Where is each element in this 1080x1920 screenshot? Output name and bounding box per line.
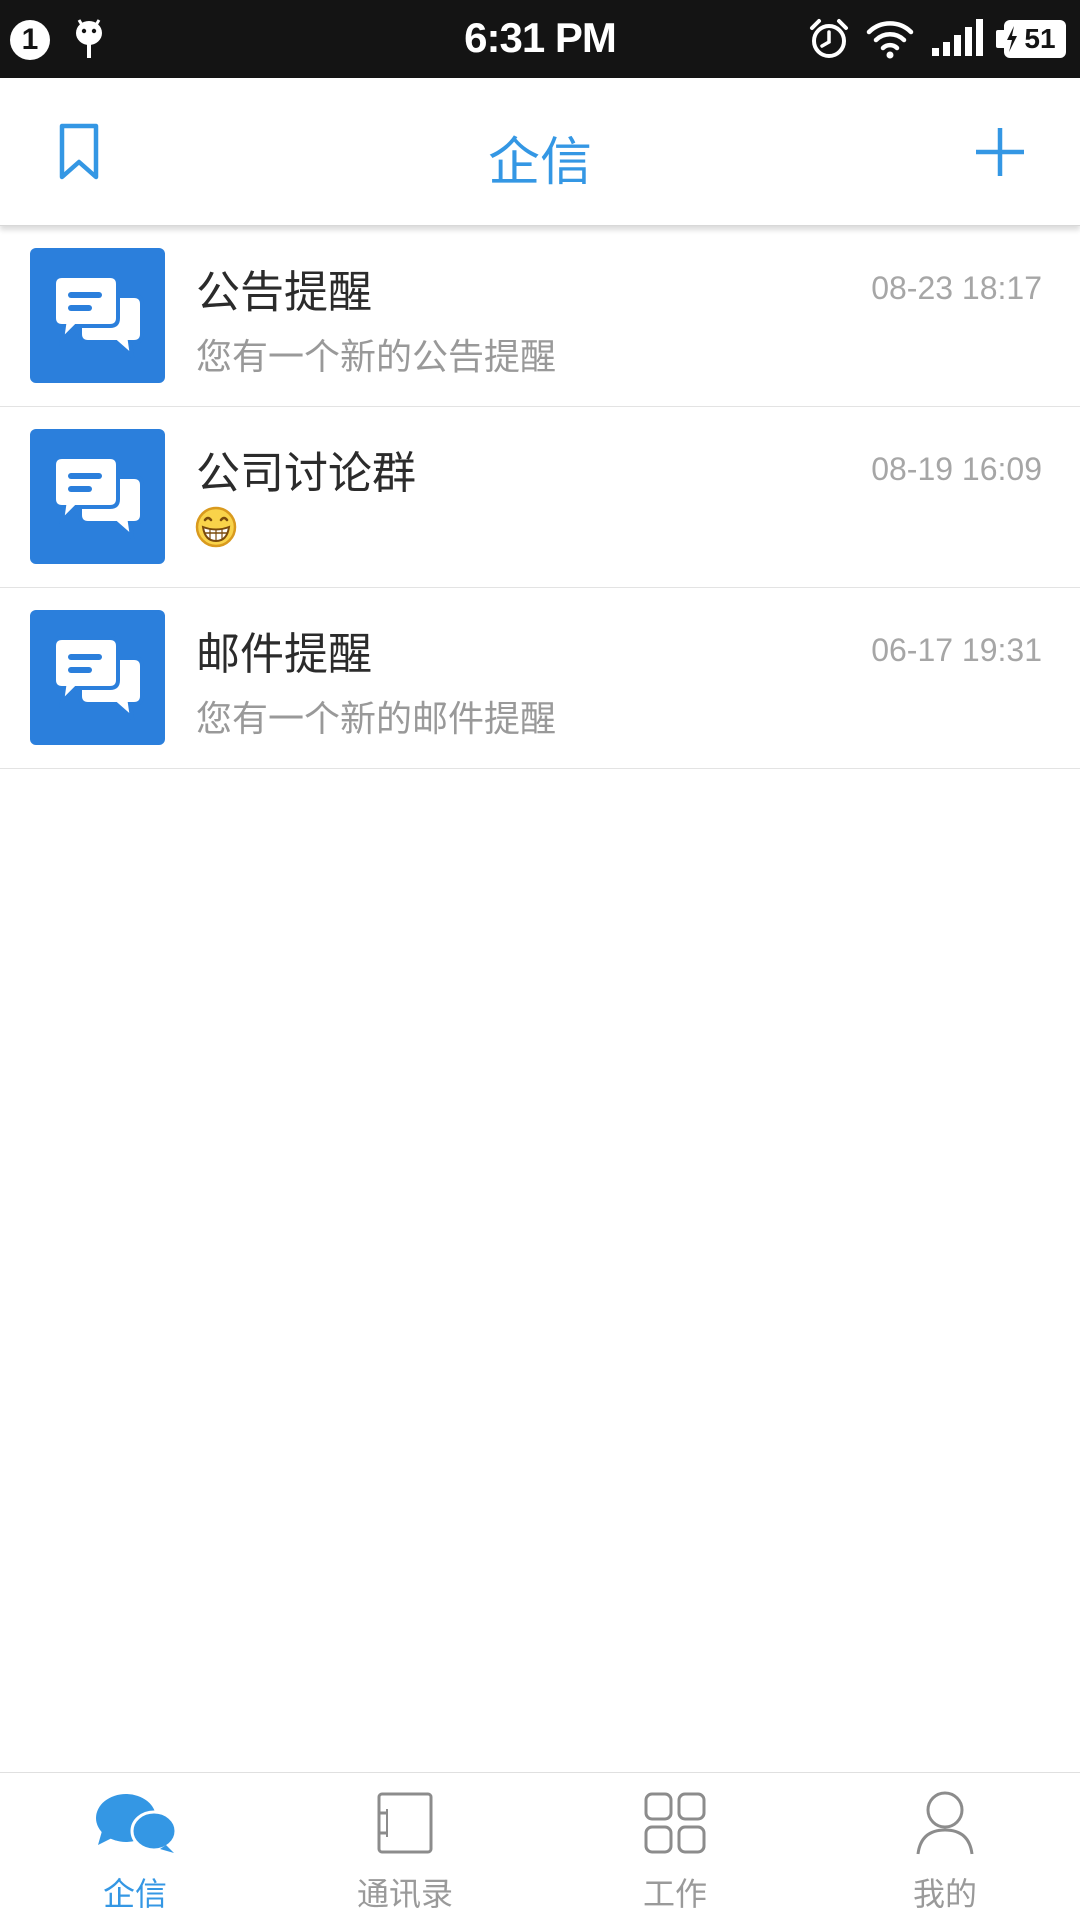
conversation-preview: 您有一个新的邮件提醒	[196, 699, 557, 740]
status-bar: 1 6:31 PM 51	[0, 0, 1080, 78]
nav-tab-messages[interactable]: 企信	[0, 1773, 270, 1920]
messages-icon	[96, 1794, 176, 1853]
profile-icon	[916, 1791, 974, 1855]
app-screen: 1 6:31 PM 51 企信 公告提醒 08-23 18:17 您有一个新的公…	[0, 0, 1080, 1920]
battery-level: 51	[1024, 23, 1056, 54]
nav-label: 企信	[102, 1875, 167, 1913]
conversation-list: 公告提醒 08-23 18:17 您有一个新的公告提醒 公司讨论群 08-19 …	[0, 226, 1080, 769]
apps-grid-icon	[644, 1792, 706, 1854]
conversation-name: 邮件提醒	[196, 629, 372, 680]
conversation-name: 公司讨论群	[196, 448, 416, 499]
plus-icon[interactable]	[972, 124, 1028, 180]
conversation-item[interactable]: 邮件提醒 06-17 19:31 您有一个新的邮件提醒	[0, 588, 1080, 769]
conversation-avatar	[30, 429, 165, 564]
conversation-avatar	[30, 610, 165, 745]
nav-tab-contacts[interactable]: 通讯录	[270, 1773, 540, 1920]
status-time: 6:31 PM	[464, 14, 617, 61]
conversation-time: 06-17 19:31	[871, 632, 1042, 668]
conversation-item[interactable]: 公告提醒 08-23 18:17 您有一个新的公告提醒	[0, 226, 1080, 407]
cell-signal-icon	[932, 19, 983, 56]
chat-bubbles-icon	[51, 273, 144, 358]
conversation-avatar	[30, 248, 165, 383]
bottom-navigation: 企信 通讯录 工作 我的	[0, 1772, 1080, 1920]
conversation-time: 08-23 18:17	[871, 270, 1042, 306]
nav-label: 我的	[912, 1875, 977, 1913]
nav-tab-profile[interactable]: 我的	[810, 1773, 1080, 1920]
nav-tab-work[interactable]: 工作	[540, 1773, 810, 1920]
nav-label: 通讯录	[356, 1875, 453, 1913]
conversation-time: 08-19 16:09	[871, 451, 1042, 487]
chat-bubbles-icon	[51, 635, 144, 720]
nav-label: 工作	[642, 1875, 707, 1913]
app-header: 企信	[0, 78, 1080, 226]
charging-bolt-icon	[1007, 26, 1017, 52]
conversation-name: 公告提醒	[196, 267, 372, 318]
alarm-icon	[810, 19, 848, 58]
conversation-item[interactable]: 公司讨论群 08-19 16:09	[0, 407, 1080, 588]
grinning-emoji-icon	[195, 506, 237, 548]
wifi-icon	[866, 21, 914, 59]
contacts-book-icon	[377, 1792, 433, 1854]
battery-indicator: 51	[996, 20, 1066, 58]
chat-bubbles-icon	[51, 454, 144, 539]
page-title: 企信	[487, 133, 592, 193]
conversation-preview: 您有一个新的公告提醒	[196, 337, 557, 378]
